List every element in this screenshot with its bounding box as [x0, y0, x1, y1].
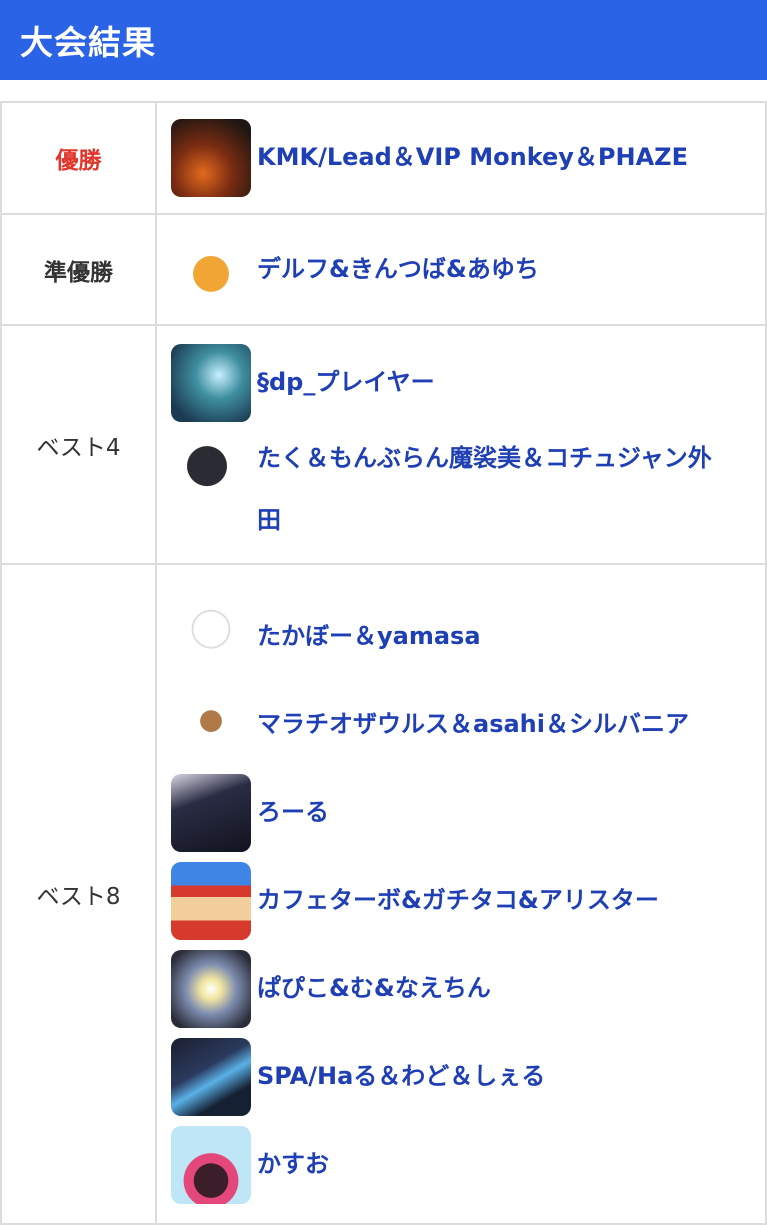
orb-avatar-icon: [171, 950, 251, 1028]
results-row-runner-up: 準優勝 デルフ&きんつば&あゆち: [0, 213, 767, 326]
page-header: 大会結果: [0, 0, 767, 80]
team-cell: デルフ&きんつば&あゆち: [155, 213, 767, 326]
results-table: 優勝 KMK/Lead＆VIP Monkey＆PHAZE 準優勝 デルフ&きんつ…: [0, 101, 767, 1225]
fire-avatar-icon: [171, 119, 251, 197]
monkey-avatar-icon: [171, 686, 251, 764]
results-row-winner: 優勝 KMK/Lead＆VIP Monkey＆PHAZE: [0, 101, 767, 215]
team-name[interactable]: かすお: [257, 1148, 329, 1182]
team-name[interactable]: たかぼー＆yamasa: [257, 620, 481, 654]
blue-blade-avatar-icon: [171, 1038, 251, 1116]
team-cell: KMK/Lead＆VIP Monkey＆PHAZE: [155, 101, 767, 215]
rank-label: 準優勝: [0, 213, 157, 326]
team-name[interactable]: たく＆もんぶらん魔裟美＆コチュジャン外田: [257, 438, 712, 534]
page-title: 大会結果: [20, 23, 156, 62]
results-row-best4: ベスト4 §dp_プレイヤー たく＆もんぶらん魔裟美＆コチュジャン外田: [0, 324, 767, 565]
team-entry[interactable]: たかぼー＆yamasa: [171, 593, 765, 681]
team-name[interactable]: ぱぴこ&む&なえちん: [257, 972, 491, 1006]
team-name[interactable]: SPA/Haる＆わど＆しぇる: [257, 1060, 545, 1094]
team-entry[interactable]: マラチオザウルス＆asahi＆シルバニア: [171, 681, 765, 769]
team-entry[interactable]: SPA/Haる＆わど＆しぇる: [171, 1033, 765, 1121]
team-entry[interactable]: ぱぴこ&む&なえちん: [171, 945, 765, 1033]
team-entry[interactable]: たく＆もんぶらん魔裟美＆コチュジャン外田: [171, 427, 765, 551]
rank-label: 優勝: [0, 101, 157, 215]
team-entry[interactable]: ろーる: [171, 769, 765, 857]
cat-avatar-icon: [171, 430, 251, 509]
sketch-avatar-icon: [171, 598, 251, 676]
team-entry[interactable]: §dp_プレイヤー: [171, 339, 765, 427]
pink-creature-avatar-icon: [171, 1126, 251, 1204]
team-cell: §dp_プレイヤー たく＆もんぶらん魔裟美＆コチュジャン外田: [155, 324, 767, 565]
team-name[interactable]: ろーる: [257, 796, 329, 830]
team-name[interactable]: §dp_プレイヤー: [257, 366, 435, 400]
luigi-avatar-icon: [171, 343, 251, 422]
dark-character-avatar-icon: [171, 774, 251, 852]
team-name[interactable]: カフェターボ&ガチタコ&アリスター: [257, 884, 659, 918]
rank-label: ベスト8: [0, 563, 157, 1225]
cookie-avatar-icon: [171, 230, 251, 309]
team-entry[interactable]: カフェターボ&ガチタコ&アリスター: [171, 857, 765, 945]
team-entry[interactable]: かすお: [171, 1121, 765, 1209]
team-name[interactable]: KMK/Lead＆VIP Monkey＆PHAZE: [257, 141, 688, 175]
team-name[interactable]: デルフ&きんつば&あゆち: [257, 253, 539, 287]
team-entry[interactable]: KMK/Lead＆VIP Monkey＆PHAZE: [171, 119, 765, 197]
team-entry[interactable]: デルフ&きんつば&あゆち: [171, 230, 765, 309]
rank-label: ベスト4: [0, 324, 157, 565]
mario-avatar-icon: [171, 862, 251, 940]
team-name[interactable]: マラチオザウルス＆asahi＆シルバニア: [257, 708, 689, 742]
results-row-best8: ベスト8 たかぼー＆yamasa マラチオザウルス＆asahi＆シルバニア ろー…: [0, 563, 767, 1225]
team-cell: たかぼー＆yamasa マラチオザウルス＆asahi＆シルバニア ろーる カフェ…: [155, 563, 767, 1225]
